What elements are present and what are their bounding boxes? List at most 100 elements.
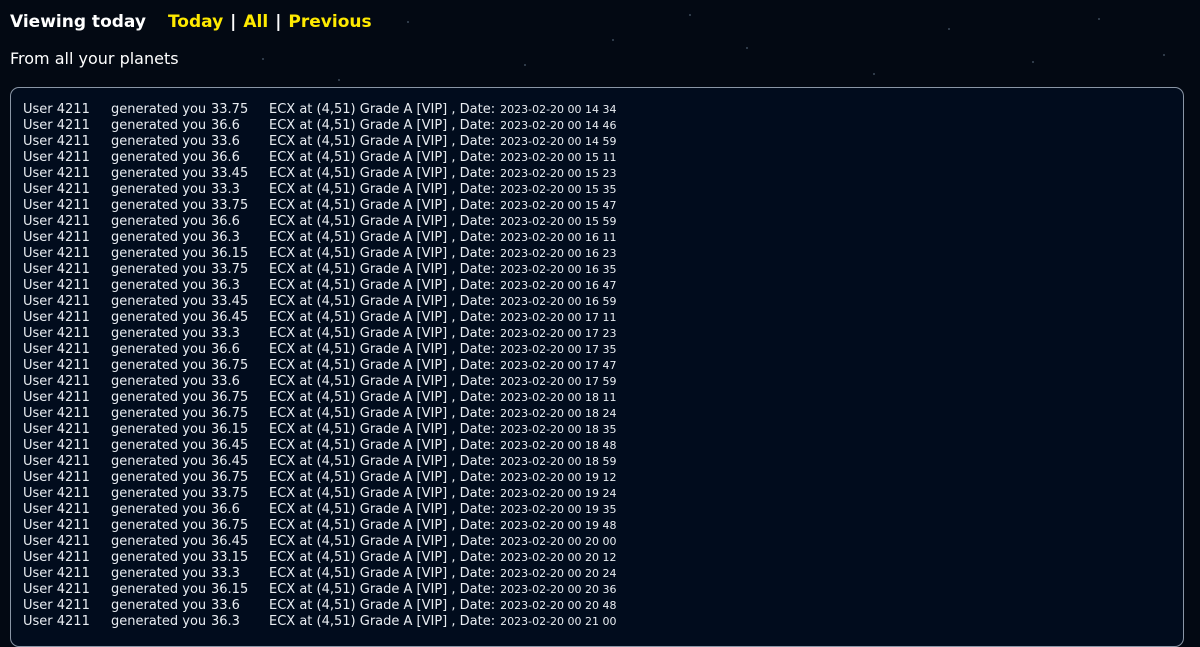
log-row: User 4211generated you33.75ECX at (4,51)…: [23, 102, 617, 118]
log-details: ECX at (4,51) Grade A [VIP] , Date:: [269, 326, 495, 342]
log-amount: 33.75: [211, 262, 269, 278]
log-row: User 4211generated you33.3ECX at (4,51) …: [23, 326, 617, 342]
log-date: 2023-02-20 00 14 46: [500, 118, 616, 134]
log-date: 2023-02-20 00 17 23: [500, 326, 616, 342]
log-user: User 4211: [23, 166, 111, 182]
log-details: ECX at (4,51) Grade A [VIP] , Date:: [269, 262, 495, 278]
log-details: ECX at (4,51) Grade A [VIP] , Date:: [269, 118, 495, 134]
log-generated-text: generated you: [111, 422, 211, 438]
log-date: 2023-02-20 00 15 59: [500, 214, 616, 230]
log-date: 2023-02-20 00 20 24: [500, 566, 616, 582]
log-generated-text: generated you: [111, 502, 211, 518]
log-amount: 36.75: [211, 390, 269, 406]
log-date: 2023-02-20 00 18 35: [500, 422, 616, 438]
log-user: User 4211: [23, 518, 111, 534]
log-details: ECX at (4,51) Grade A [VIP] , Date:: [269, 486, 495, 502]
log-date: 2023-02-20 00 18 48: [500, 438, 616, 454]
log-amount: 36.45: [211, 310, 269, 326]
log-generated-text: generated you: [111, 294, 211, 310]
log-row: User 4211generated you36.75ECX at (4,51)…: [23, 406, 617, 422]
log-row: User 4211generated you36.15ECX at (4,51)…: [23, 422, 617, 438]
log-amount: 36.45: [211, 534, 269, 550]
log-row: User 4211generated you33.3ECX at (4,51) …: [23, 182, 617, 198]
log-row: User 4211generated you33.45ECX at (4,51)…: [23, 294, 617, 310]
log-amount: 33.6: [211, 598, 269, 614]
log-user: User 4211: [23, 566, 111, 582]
log-amount: 33.45: [211, 294, 269, 310]
log-amount: 36.3: [211, 614, 269, 630]
log-details: ECX at (4,51) Grade A [VIP] , Date:: [269, 342, 495, 358]
log-row: User 4211generated you36.45ECX at (4,51)…: [23, 454, 617, 470]
log-generated-text: generated you: [111, 182, 211, 198]
log-details: ECX at (4,51) Grade A [VIP] , Date:: [269, 454, 495, 470]
log-row: User 4211generated you33.6ECX at (4,51) …: [23, 134, 617, 150]
log-user: User 4211: [23, 134, 111, 150]
log-generated-text: generated you: [111, 342, 211, 358]
log-row: User 4211generated you36.15ECX at (4,51)…: [23, 582, 617, 598]
log-user: User 4211: [23, 550, 111, 566]
log-generated-text: generated you: [111, 118, 211, 134]
log-details: ECX at (4,51) Grade A [VIP] , Date:: [269, 422, 495, 438]
log-row: User 4211generated you36.6ECX at (4,51) …: [23, 150, 617, 166]
nav-all-link[interactable]: All: [243, 12, 268, 32]
log-details: ECX at (4,51) Grade A [VIP] , Date:: [269, 406, 495, 422]
log-amount: 36.15: [211, 582, 269, 598]
log-generated-text: generated you: [111, 278, 211, 294]
log-generated-text: generated you: [111, 518, 211, 534]
log-generated-text: generated you: [111, 230, 211, 246]
log-date: 2023-02-20 00 16 35: [500, 262, 616, 278]
log-user: User 4211: [23, 198, 111, 214]
log-date: 2023-02-20 00 19 12: [500, 470, 616, 486]
log-generated-text: generated you: [111, 438, 211, 454]
log-generated-text: generated you: [111, 598, 211, 614]
log-date: 2023-02-20 00 16 47: [500, 278, 616, 294]
log-details: ECX at (4,51) Grade A [VIP] , Date:: [269, 246, 495, 262]
log-user: User 4211: [23, 614, 111, 630]
log-date: 2023-02-20 00 15 23: [500, 166, 616, 182]
nav-separator: |: [268, 12, 288, 32]
log-generated-text: generated you: [111, 134, 211, 150]
log-row: User 4211generated you36.45ECX at (4,51)…: [23, 438, 617, 454]
log-generated-text: generated you: [111, 262, 211, 278]
log-amount: 33.6: [211, 134, 269, 150]
log-date: 2023-02-20 00 17 47: [500, 358, 616, 374]
log-details: ECX at (4,51) Grade A [VIP] , Date:: [269, 198, 495, 214]
log-user: User 4211: [23, 374, 111, 390]
log-amount: 36.6: [211, 150, 269, 166]
log-amount: 36.75: [211, 406, 269, 422]
log-row: User 4211generated you33.75ECX at (4,51)…: [23, 198, 617, 214]
log-generated-text: generated you: [111, 326, 211, 342]
log-generated-text: generated you: [111, 454, 211, 470]
log-date: 2023-02-20 00 17 11: [500, 310, 616, 326]
log-row: User 4211generated you33.15ECX at (4,51)…: [23, 550, 617, 566]
log-user: User 4211: [23, 390, 111, 406]
log-details: ECX at (4,51) Grade A [VIP] , Date:: [269, 598, 495, 614]
nav-today-link[interactable]: Today: [168, 12, 223, 32]
log-generated-text: generated you: [111, 214, 211, 230]
generation-log[interactable]: User 4211generated you33.75ECX at (4,51)…: [10, 87, 1184, 647]
log-details: ECX at (4,51) Grade A [VIP] , Date:: [269, 582, 495, 598]
log-amount: 36.75: [211, 470, 269, 486]
log-details: ECX at (4,51) Grade A [VIP] , Date:: [269, 374, 495, 390]
log-user: User 4211: [23, 406, 111, 422]
log-amount: 36.45: [211, 438, 269, 454]
log-generated-text: generated you: [111, 390, 211, 406]
log-amount: 36.15: [211, 246, 269, 262]
log-row: User 4211generated you36.75ECX at (4,51)…: [23, 518, 617, 534]
log-amount: 33.3: [211, 566, 269, 582]
log-details: ECX at (4,51) Grade A [VIP] , Date:: [269, 614, 495, 630]
log-user: User 4211: [23, 470, 111, 486]
log-row: User 4211generated you36.6ECX at (4,51) …: [23, 342, 617, 358]
log-date: 2023-02-20 00 21 00: [500, 614, 616, 630]
log-user: User 4211: [23, 486, 111, 502]
log-generated-text: generated you: [111, 582, 211, 598]
log-row: User 4211generated you36.45ECX at (4,51)…: [23, 310, 617, 326]
nav-previous-link[interactable]: Previous: [288, 12, 371, 32]
log-row: User 4211generated you36.45ECX at (4,51)…: [23, 534, 617, 550]
log-row: User 4211generated you33.45ECX at (4,51)…: [23, 166, 617, 182]
log-date: 2023-02-20 00 17 59: [500, 374, 616, 390]
log-details: ECX at (4,51) Grade A [VIP] , Date:: [269, 278, 495, 294]
log-amount: 36.3: [211, 278, 269, 294]
section-subtitle: From all your planets: [10, 49, 179, 68]
log-row: User 4211generated you36.3ECX at (4,51) …: [23, 278, 617, 294]
